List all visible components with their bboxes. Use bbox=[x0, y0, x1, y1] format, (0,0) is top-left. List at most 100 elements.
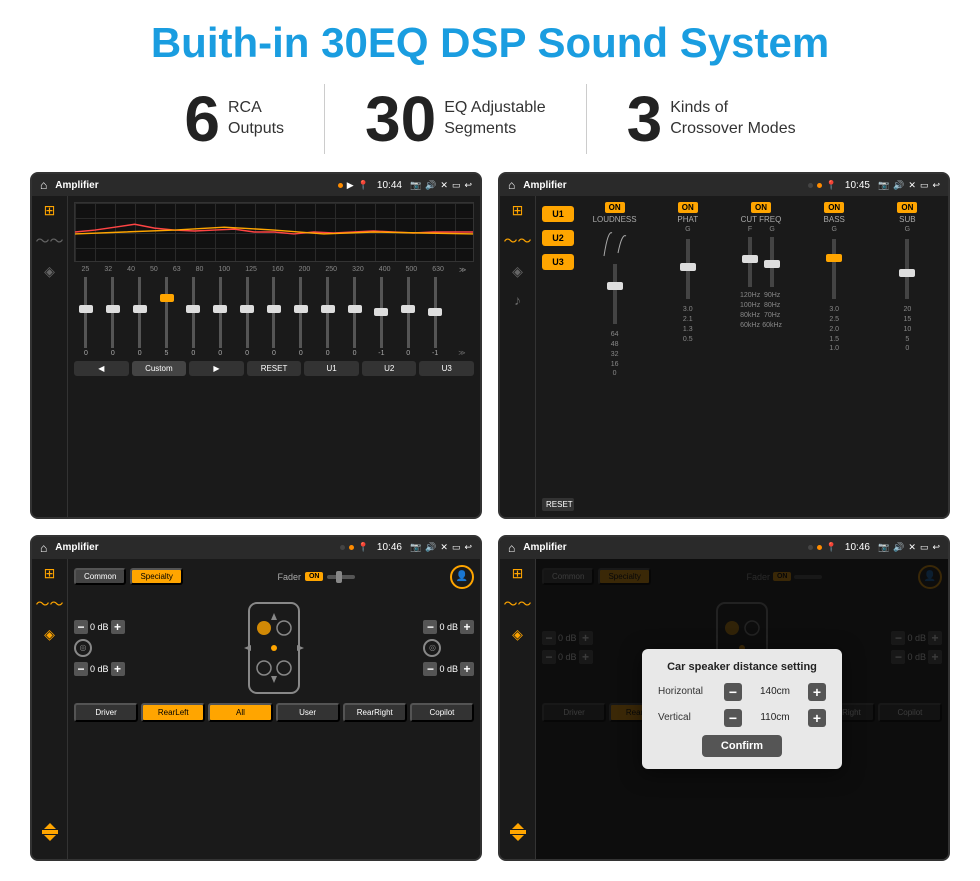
next-button[interactable]: ▶ bbox=[189, 361, 244, 376]
expand-icon-3[interactable] bbox=[40, 822, 60, 853]
back-icon-3[interactable]: ↩ bbox=[464, 542, 472, 553]
eq-slider-10[interactable]: 0 bbox=[343, 277, 367, 357]
dialog-horizontal-row: Horizontal − 140cm + bbox=[658, 683, 826, 701]
wave-icon-4[interactable]: 〜〜 bbox=[504, 594, 532, 614]
vertical-plus[interactable]: + bbox=[808, 709, 826, 727]
cam-icon-2: 📷 bbox=[878, 180, 889, 191]
eq-icon-3[interactable]: ⊞ bbox=[44, 565, 56, 582]
fader-slider[interactable] bbox=[327, 575, 355, 579]
common-tab[interactable]: Common bbox=[74, 568, 126, 585]
sub-on[interactable]: ON bbox=[897, 202, 917, 213]
vol-icon-2b[interactable]: ♪ bbox=[514, 292, 521, 308]
home-icon-2[interactable]: ⌂ bbox=[508, 178, 515, 192]
eq-icon-4[interactable]: ⊞ bbox=[512, 565, 524, 582]
back-icon-2[interactable]: ↩ bbox=[932, 180, 940, 191]
eq-slider-7[interactable]: 0 bbox=[262, 277, 286, 357]
eq-slider-0[interactable]: 0 bbox=[74, 277, 98, 357]
u1-button-1[interactable]: U1 bbox=[304, 361, 359, 376]
wave-icon-2[interactable]: 〜〜 bbox=[504, 231, 532, 251]
rearleft-btn-3[interactable]: RearLeft bbox=[141, 703, 205, 722]
loudness-slider[interactable] bbox=[613, 264, 617, 324]
eq-slider-5[interactable]: 0 bbox=[208, 277, 232, 357]
stat-crossover: 3 Kinds of Crossover Modes bbox=[587, 87, 836, 151]
cutfreq-label: CUT FREQ bbox=[741, 215, 782, 224]
sub-slider[interactable] bbox=[905, 239, 909, 299]
status-bar-2: ⌂ Amplifier 📍 10:45 📷 🔊 ✕ ▭ ↩ bbox=[500, 174, 948, 196]
confirm-button[interactable]: Confirm bbox=[702, 735, 782, 757]
horizontal-minus[interactable]: − bbox=[724, 683, 742, 701]
db-minus-fr[interactable]: − bbox=[423, 620, 437, 634]
u1-preset[interactable]: U1 bbox=[542, 206, 574, 222]
main-title: Buith-in 30EQ DSP Sound System bbox=[151, 20, 829, 66]
bass-slider[interactable] bbox=[832, 239, 836, 299]
user-btn-3[interactable]: User bbox=[276, 703, 340, 722]
speaker-icon-2[interactable]: ◈ bbox=[512, 263, 523, 280]
phat-on[interactable]: ON bbox=[678, 202, 698, 213]
db-minus-rl[interactable]: − bbox=[74, 662, 88, 676]
eq-slider-6[interactable]: 0 bbox=[235, 277, 259, 357]
status-bar-1: ⌂ Amplifier ▶ 📍 10:44 📷 🔊 ✕ ▭ ↩ bbox=[32, 174, 480, 196]
expand-icon-4[interactable] bbox=[508, 822, 528, 853]
u3-button-1[interactable]: U3 bbox=[419, 361, 474, 376]
bass-on[interactable]: ON bbox=[824, 202, 844, 213]
db-plus-fr[interactable]: + bbox=[460, 620, 474, 634]
horizontal-label: Horizontal bbox=[658, 686, 718, 697]
eq-slider-4[interactable]: 0 bbox=[181, 277, 205, 357]
speaker-left-controls: − 0 dB + ◎ − 0 dB + bbox=[74, 593, 125, 703]
wave-sidebar-icon[interactable]: 〜〜 bbox=[36, 231, 64, 251]
u3-preset[interactable]: U3 bbox=[542, 254, 574, 270]
status-bar-4: ⌂ Amplifier 📍 10:46 📷 🔊 ✕ ▭ ↩ bbox=[500, 537, 948, 559]
cutfreq-on[interactable]: ON bbox=[751, 202, 771, 213]
phat-slider[interactable] bbox=[686, 239, 690, 299]
screen2-title: Amplifier bbox=[523, 180, 803, 191]
eq-slider-1[interactable]: 0 bbox=[101, 277, 125, 357]
eq-slider-11[interactable]: -1 bbox=[369, 277, 393, 357]
home-icon-4[interactable]: ⌂ bbox=[508, 541, 515, 555]
vertical-minus[interactable]: − bbox=[724, 709, 742, 727]
home-icon-3[interactable]: ⌂ bbox=[40, 541, 47, 555]
driver-btn-3[interactable]: Driver bbox=[74, 703, 138, 722]
cutfreq-f-slider[interactable] bbox=[748, 237, 752, 287]
home-icon-1[interactable]: ⌂ bbox=[40, 178, 47, 192]
screen-fader: ⌂ Amplifier 📍 10:46 📷 🔊 ✕ ▭ ↩ ⊞ 〜〜 ◈ bbox=[30, 535, 482, 861]
vol-icon-1: 🔊 bbox=[425, 180, 436, 191]
speaker-sidebar-icon[interactable]: ◈ bbox=[44, 263, 55, 280]
back-icon-1[interactable]: ↩ bbox=[464, 180, 472, 191]
dialog-overlay[interactable]: Car speaker distance setting Horizontal … bbox=[536, 559, 948, 859]
db-minus-fl[interactable]: − bbox=[74, 620, 88, 634]
specialty-tab[interactable]: Specialty bbox=[130, 568, 182, 585]
person-icon-3[interactable]: 👤 bbox=[450, 565, 474, 589]
eq-slider-12[interactable]: 0 bbox=[396, 277, 420, 357]
eq-slider-9[interactable]: 0 bbox=[316, 277, 340, 357]
preset-custom-button[interactable]: Custom bbox=[132, 361, 187, 376]
prev-button[interactable]: ◀ bbox=[74, 361, 129, 376]
speaker-icon-4[interactable]: ◈ bbox=[512, 626, 523, 643]
stat-label-rca: RCA Outputs bbox=[228, 98, 284, 140]
db-minus-rr[interactable]: − bbox=[423, 662, 437, 676]
wave-icon-3[interactable]: 〜〜 bbox=[36, 594, 64, 614]
eq-icon-2[interactable]: ⊞ bbox=[512, 202, 524, 219]
eq-slider-3[interactable]: 5 bbox=[155, 277, 179, 357]
horizontal-plus[interactable]: + bbox=[808, 683, 826, 701]
rearright-btn-3[interactable]: RearRight bbox=[343, 703, 407, 722]
eq-sidebar-icon[interactable]: ⊞ bbox=[44, 202, 56, 219]
eq-slider-8[interactable]: 0 bbox=[289, 277, 313, 357]
db-plus-rl[interactable]: + bbox=[111, 662, 125, 676]
u2-button-1[interactable]: U2 bbox=[362, 361, 417, 376]
screen1-content: ⊞ 〜〜 ◈ 25 32 bbox=[32, 196, 480, 516]
copilot-btn-3[interactable]: Copilot bbox=[410, 703, 474, 722]
speaker-icon-3[interactable]: ◈ bbox=[44, 626, 55, 643]
horizontal-value: 140cm bbox=[746, 686, 804, 697]
db-plus-rr[interactable]: + bbox=[460, 662, 474, 676]
eq-slider-2[interactable]: 0 bbox=[128, 277, 152, 357]
loudness-on[interactable]: ON bbox=[605, 202, 625, 213]
cutfreq-g-slider[interactable] bbox=[770, 237, 774, 287]
all-btn-3[interactable]: All bbox=[208, 703, 272, 722]
db-plus-fl[interactable]: + bbox=[111, 620, 125, 634]
u2-preset[interactable]: U2 bbox=[542, 230, 574, 246]
back-icon-4[interactable]: ↩ bbox=[932, 542, 940, 553]
eq-slider-13[interactable]: -1 bbox=[423, 277, 447, 357]
reset-button-1[interactable]: RESET bbox=[247, 361, 302, 376]
reset-btn-amp[interactable]: RESET bbox=[542, 498, 574, 511]
fader-on-btn[interactable]: ON bbox=[305, 572, 324, 581]
